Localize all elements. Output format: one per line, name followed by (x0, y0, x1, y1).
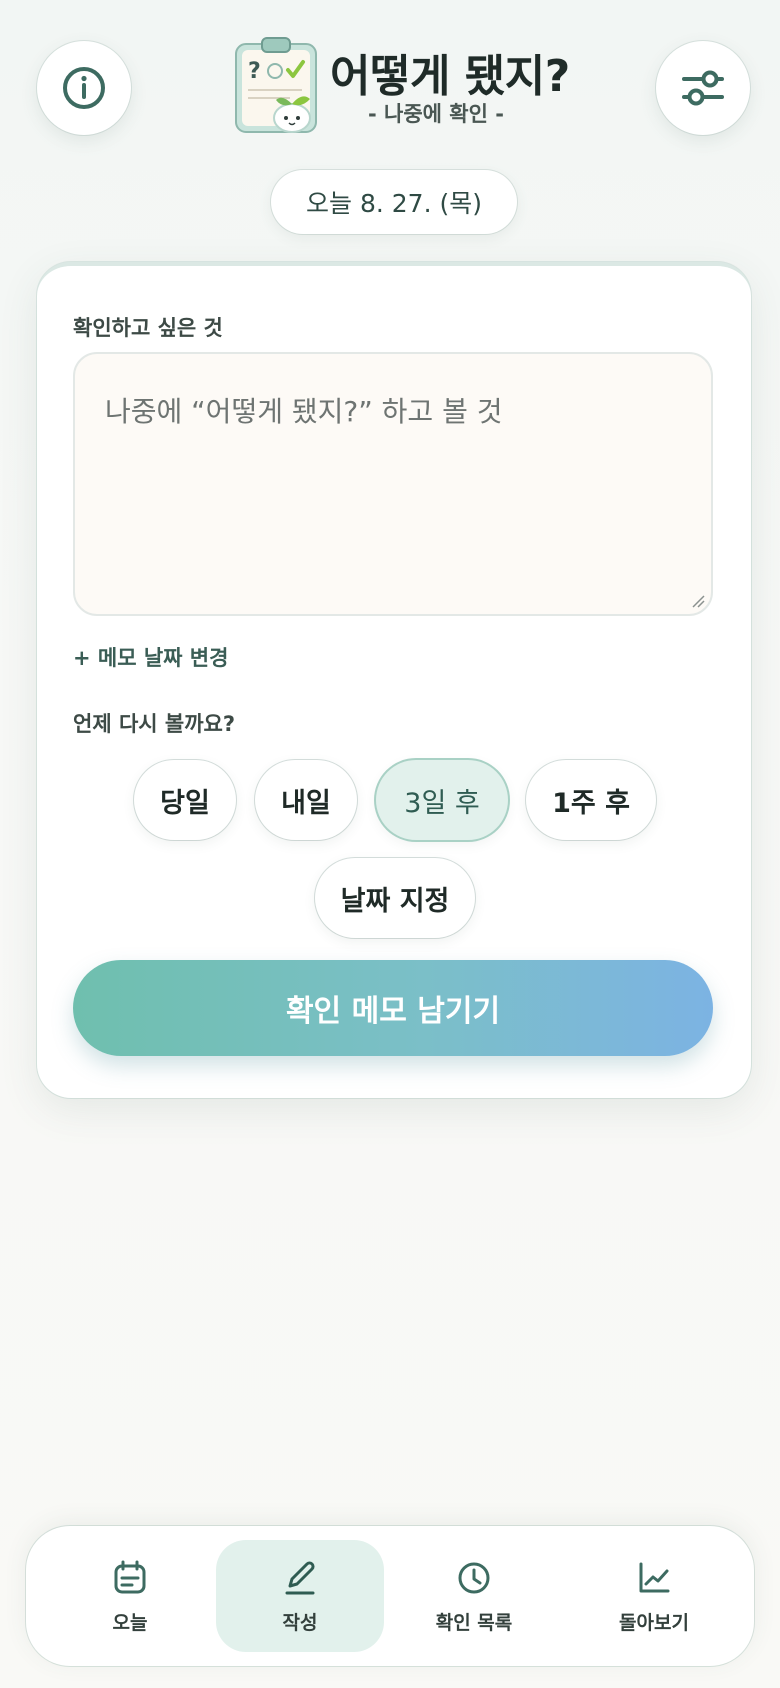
change-memo-date-link[interactable]: + 메모 날짜 변경 (73, 642, 228, 672)
nav-check-list-label: 확인 목록 (435, 1611, 513, 1634)
bottom-nav: 오늘 작성 확인 목록 돌아보기 (26, 1526, 754, 1666)
sliders-icon (682, 70, 724, 106)
revisit-when-label: 언제 다시 볼까요? (73, 712, 236, 736)
app-title: 어떻게 됐지? (330, 51, 570, 102)
app-subtitle: - 나중에 확인 - (368, 102, 504, 126)
option-same-day[interactable]: 당일 (134, 760, 236, 840)
svg-text:?: ? (248, 59, 261, 84)
memo-form-card: 확인하고 싶은 것 나중에 “어떻게 됐지?” 하고 볼 것 + 메모 날짜 변… (37, 262, 751, 1098)
submit-memo-button[interactable]: 확인 메모 남기기 (73, 960, 713, 1056)
nav-write-label: 작성 (282, 1611, 318, 1634)
nav-write[interactable]: 작성 (216, 1540, 384, 1652)
option-3-days[interactable]: 3일 후 (376, 760, 508, 840)
pencil-icon (285, 1560, 315, 1594)
settings-button[interactable] (656, 41, 750, 135)
option-tomorrow[interactable]: 내일 (255, 760, 357, 840)
today-date-pill[interactable]: 오늘 8. 27. (목) (271, 170, 517, 234)
nav-today-label: 오늘 (112, 1611, 148, 1634)
clipboard-sprout-logo: ? (230, 32, 322, 136)
option-pick-date[interactable]: 날짜 지정 (315, 858, 475, 938)
app-header: ? 어떻게 됐지? - 나중에 확인 - (0, 0, 780, 160)
memo-field-label: 확인하고 싶은 것 (73, 316, 223, 340)
memo-placeholder: 나중에 “어떻게 됐지?” 하고 볼 것 (105, 395, 503, 428)
line-chart-icon (639, 1562, 670, 1592)
nav-check-list[interactable]: 확인 목록 (390, 1540, 558, 1652)
option-1-week[interactable]: 1주 후 (526, 760, 656, 840)
calendar-icon (114, 1560, 146, 1593)
info-icon (63, 67, 105, 109)
nav-today[interactable]: 오늘 (46, 1540, 214, 1652)
nav-review[interactable]: 돌아보기 (570, 1540, 738, 1652)
clock-icon (458, 1562, 490, 1593)
resize-grip-icon[interactable] (689, 592, 705, 608)
nav-review-label: 돌아보기 (619, 1611, 689, 1634)
memo-textarea[interactable]: 나중에 “어떻게 됐지?” 하고 볼 것 (73, 352, 713, 616)
info-button[interactable] (37, 41, 131, 135)
